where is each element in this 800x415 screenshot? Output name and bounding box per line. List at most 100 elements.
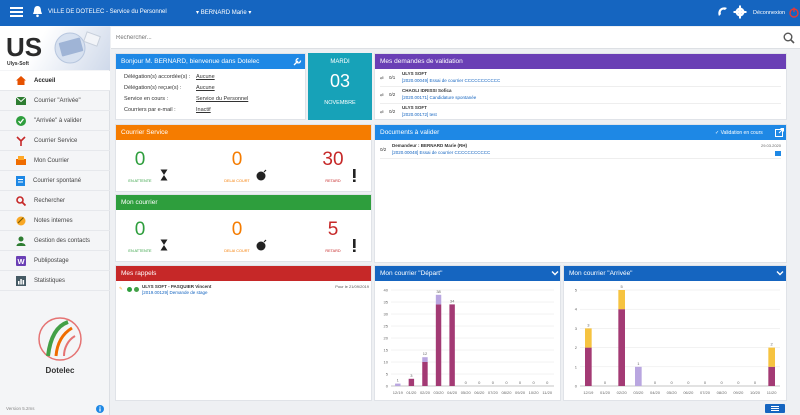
sidebar-item-mon-courrier[interactable]: Mon Courrier [0, 151, 110, 171]
data-label: 0 [465, 380, 468, 385]
sidebar-item-accueil[interactable]: Accueil [0, 71, 110, 91]
sidebar-item-statistiques[interactable]: Statistiques [0, 271, 110, 291]
welcome-panel: Bonjour M. BERNARD, bienvenue dans Dotel… [115, 53, 306, 120]
x-tick-label: 03/20 [633, 390, 644, 395]
data-label: 0 [519, 380, 522, 385]
sidebar-item-notes-internes[interactable]: Notes internes [0, 211, 110, 231]
delegation-accordee-value[interactable]: Aucune [196, 74, 215, 80]
x-tick-label: 02/20 [420, 390, 431, 395]
validation-ref: [2020.00049] Essai de courrier CCCCCCCCC… [402, 78, 501, 83]
edit-icon[interactable]: ✎ [119, 286, 123, 292]
logout-button[interactable]: Déconnexion [753, 10, 785, 16]
sidebar-item-courrier-spontane[interactable]: Courrier spontané [0, 171, 110, 191]
validation-item[interactable]: ⇌ 0/1 ULYS SOFT [2020.00049] Essai de co… [380, 70, 781, 87]
bell-icon[interactable] [31, 5, 44, 18]
user-menu[interactable]: ▾ BERNARD Marie ▾ [196, 9, 251, 16]
day-name: MARDI [330, 59, 350, 65]
x-tick-label: 10/20 [750, 390, 761, 395]
document-org: Demandeur : BERNARD Marie (RH) [392, 143, 468, 148]
sidebar-item-label: Gestion des contacts [34, 237, 91, 244]
document-item[interactable]: 0/2 Demandeur : BERNARD Marie (RH) [2020… [380, 142, 781, 159]
rappel-date: Pour le 21/09/2019 [335, 284, 369, 289]
sidebar-item-courrier-service[interactable]: Courrier Service [0, 131, 110, 151]
power-icon[interactable] [789, 7, 799, 18]
contacts-icon [16, 236, 26, 246]
word-icon: W [16, 255, 26, 266]
service-en-cours-value[interactable]: Service du Personnel [196, 96, 248, 102]
sidebar-item-rechercher[interactable]: Rechercher [0, 191, 110, 211]
rappels-title: Mes rappels [116, 266, 371, 281]
sidebar-menu: Accueil Courrier "Arrivée" "Arrivée" à v… [0, 71, 110, 291]
y-tick-label: 3 [575, 326, 578, 331]
validation-count: 0/1 [389, 75, 396, 80]
data-label: 3 [410, 373, 413, 378]
data-label: 0 [505, 380, 508, 385]
wrench-icon[interactable] [293, 57, 302, 66]
external-link-icon[interactable] [775, 128, 784, 137]
day-number: 03 [329, 71, 351, 91]
chevron-down-icon[interactable] [776, 269, 784, 277]
data-label: 38 [436, 289, 441, 294]
y-tick-label: 15 [384, 348, 389, 353]
x-tick-label: 08/20 [717, 390, 728, 395]
sidebar-item-label: Accueil [34, 77, 56, 84]
menu-toggle-button[interactable] [765, 404, 785, 413]
sidebar-item-gestion-contacts[interactable]: Gestion des contacts [0, 231, 110, 251]
y-tick-label: 5 [386, 372, 389, 377]
menu-icon[interactable] [10, 6, 23, 18]
rappel-item[interactable]: ✎ ULYS SOFT - PASQUIER Vincent [2019.001… [119, 284, 369, 300]
brand-logo[interactable]: US Ulys-Soft [0, 26, 110, 70]
retard-count[interactable]: 5 [323, 219, 343, 241]
validation-filter[interactable]: ✓ Validation en cours [715, 130, 763, 136]
exclamation-icon [353, 169, 356, 182]
check-icon[interactable] [127, 287, 132, 292]
bar [618, 309, 625, 386]
delai-court-count[interactable]: 0 [227, 149, 247, 171]
service-en-cours-row: Service en cours : [124, 96, 168, 102]
client-logo: Dotelec [30, 314, 90, 376]
bar [768, 366, 775, 386]
sidebar-item-courrier-arrivee[interactable]: Courrier "Arrivée" [0, 91, 110, 111]
chevron-down-icon[interactable] [551, 269, 559, 277]
data-label: 1 [637, 361, 640, 366]
search-icon[interactable] [783, 32, 795, 44]
data-label: 0 [704, 380, 707, 385]
retard-label: RETARD [325, 179, 341, 183]
delai-court-label: DELAI COURT [224, 179, 250, 183]
retard-count[interactable]: 30 [319, 149, 347, 171]
svg-text:US: US [6, 32, 42, 62]
chart-arrivee-title: Mon courrier "Arrivée" [564, 266, 786, 281]
data-label: 0 [687, 380, 690, 385]
validation-item[interactable]: ⇌ 0/2 ULYS SOFT [2020.00172] test [380, 104, 781, 121]
mail-icon [775, 151, 781, 156]
documents-panel: Documents à valider ✓ Validation en cour… [374, 124, 787, 263]
data-label: 0 [654, 380, 657, 385]
validation-requests-title: Mes demandes de validation [375, 54, 786, 69]
sidebar-item-arrivee-a-valider[interactable]: "Arrivée" à valider [0, 111, 110, 131]
courriers-email-value[interactable]: Inactif [196, 107, 211, 113]
clock-icon[interactable] [134, 287, 139, 292]
info-icon[interactable] [96, 405, 104, 413]
en-attente-count[interactable]: 0 [130, 219, 150, 241]
y-tick-label: 5 [575, 288, 578, 293]
check-icon [16, 115, 26, 126]
user-name: BERNARD Marie [200, 10, 247, 16]
validation-item[interactable]: ⇌ 0/2 CHAOLI IDRISSI Sofica [2020.00171]… [380, 87, 781, 104]
x-tick-label: 04/20 [650, 390, 661, 395]
x-tick-label: 07/20 [700, 390, 711, 395]
y-tick-label: 2 [575, 345, 578, 350]
chevron-down-icon: ▾ [246, 10, 252, 16]
bar [449, 304, 455, 386]
gear-icon[interactable] [733, 5, 747, 19]
routing-icon: ⇌ [380, 75, 384, 80]
sidebar-item-publipostage[interactable]: W Publipostage [0, 251, 110, 271]
delegation-recue-value[interactable]: Aucune [196, 85, 215, 91]
search-input[interactable] [116, 32, 766, 44]
y-tick-label: 4 [575, 307, 578, 312]
phone-icon[interactable] [716, 5, 730, 19]
data-label: 0 [671, 380, 674, 385]
delai-court-count[interactable]: 0 [227, 219, 247, 241]
rappels-panel: Mes rappels ✎ ULYS SOFT - PASQUIER Vince… [115, 265, 372, 401]
en-attente-count[interactable]: 0 [130, 149, 150, 171]
x-tick-label: 05/20 [667, 390, 678, 395]
